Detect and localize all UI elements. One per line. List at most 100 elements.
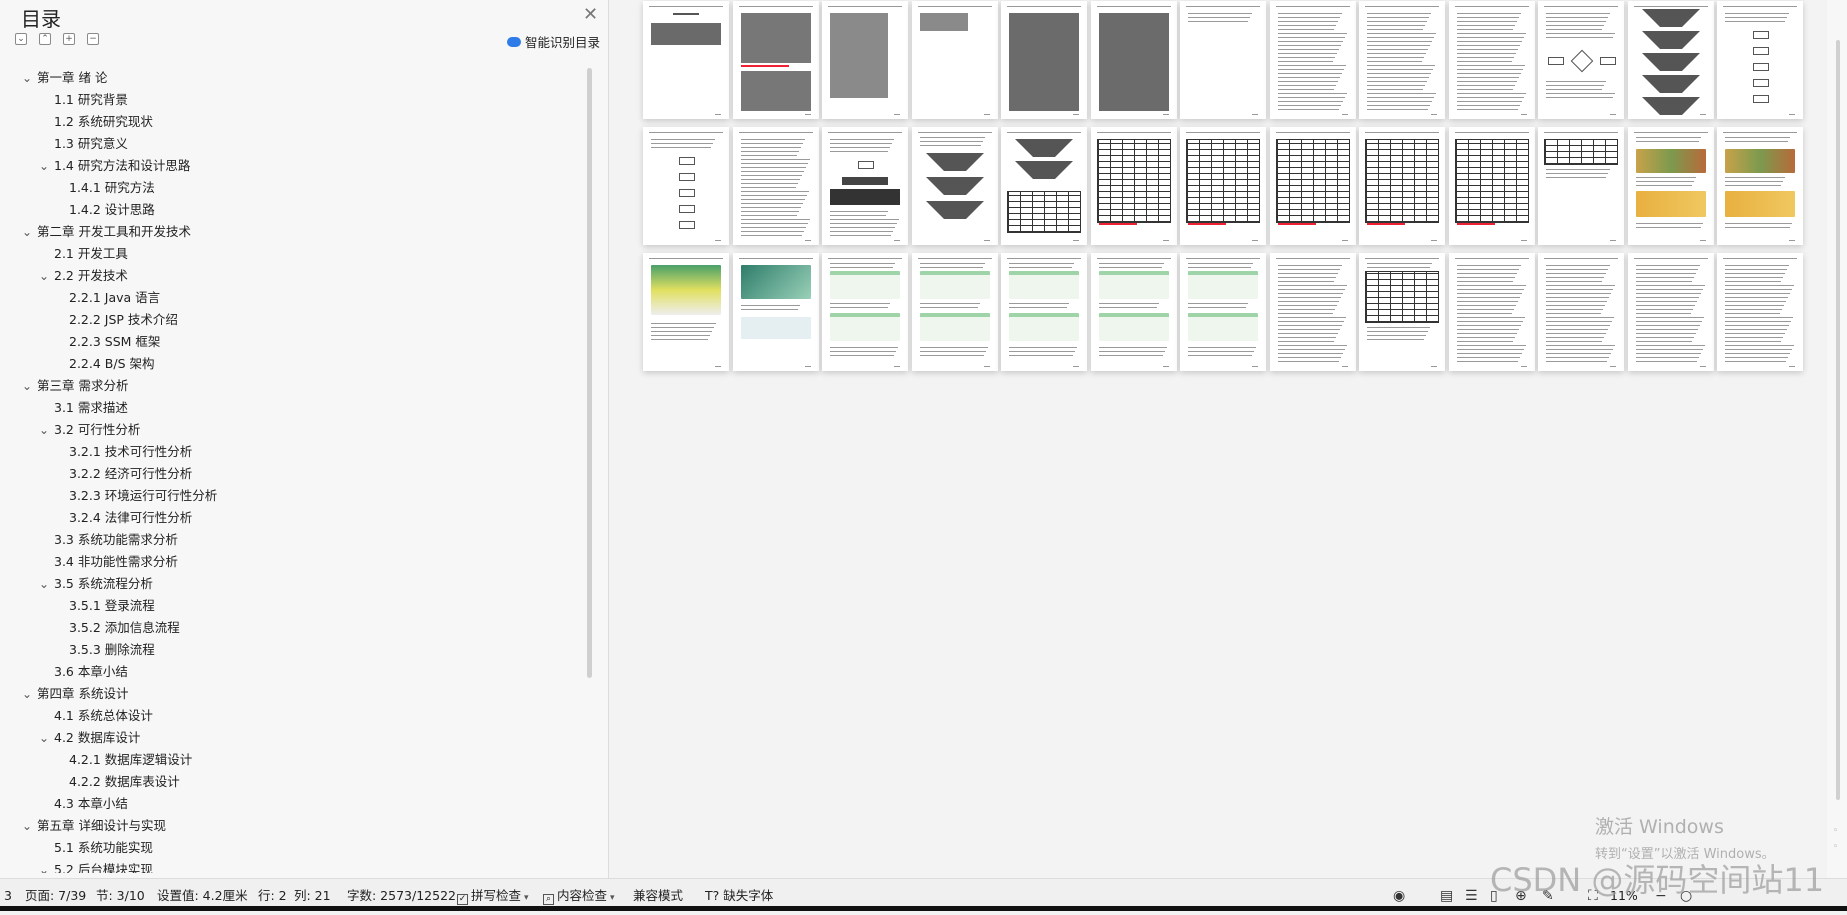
toc-item[interactable]: ⌄ 第二章 开发工具和开发技术 xyxy=(0,221,590,243)
page-thumbnail[interactable] xyxy=(1359,1,1445,119)
toc-item[interactable]: 2.2.1 Java 语言 xyxy=(0,287,590,309)
toc-item[interactable]: 3.6 本章小结 xyxy=(0,661,590,683)
page-thumbnail[interactable] xyxy=(1269,127,1356,245)
toc-item[interactable]: 4.2.2 数据库表设计 xyxy=(0,771,590,793)
outline-view-icon[interactable]: ☰ xyxy=(1465,888,1478,904)
toc-scrollbar[interactable] xyxy=(587,68,592,678)
toc-item[interactable]: 1.3 研究意义 xyxy=(0,133,590,155)
chevron-down-icon[interactable]: ⌄ xyxy=(22,375,32,397)
toc-item[interactable]: 3.5.1 登录流程 xyxy=(0,595,590,617)
vertical-scrollbar[interactable]: ◦ ◦ xyxy=(1827,0,1847,878)
page-thumbnail[interactable] xyxy=(732,253,819,371)
remove-heading-icon[interactable]: − xyxy=(87,33,99,45)
page-thumbnail[interactable] xyxy=(1001,127,1087,245)
toc-item[interactable]: 4.1 系统总体设计 xyxy=(0,705,590,727)
toc-item[interactable]: 3.3 系统功能需求分析 xyxy=(0,529,590,551)
toc-item[interactable]: 3.5.2 添加信息流程 xyxy=(0,617,590,639)
toc-item[interactable]: 3.1 需求描述 xyxy=(0,397,590,419)
toc-item[interactable]: 2.1 开发工具 xyxy=(0,243,590,265)
toc-item[interactable]: 3.2.2 经济可行性分析 xyxy=(0,463,590,485)
toc-item[interactable]: ⌄ 3.2 可行性分析 xyxy=(0,419,590,441)
page-thumbnail[interactable] xyxy=(1090,253,1177,371)
eye-protection-icon[interactable]: ◉ xyxy=(1393,888,1405,904)
next-page-icon[interactable]: ◦ xyxy=(1833,842,1838,852)
chevron-down-icon[interactable]: ⌄ xyxy=(39,573,49,595)
page-thumbnail[interactable] xyxy=(1717,253,1803,371)
toc-item[interactable]: ⌄ 2.2 开发技术 xyxy=(0,265,590,287)
chevron-down-icon[interactable]: ⌄ xyxy=(39,859,49,873)
chevron-down-icon[interactable]: ⌄ xyxy=(39,727,49,749)
page-thumbnail[interactable] xyxy=(643,1,729,119)
toc-item[interactable]: 3.2.1 技术可行性分析 xyxy=(0,441,590,463)
scrollbar-thumb[interactable] xyxy=(1836,40,1840,800)
page-thumbnail[interactable] xyxy=(1627,1,1714,119)
toc-item[interactable]: ⌄ 3.5 系统流程分析 xyxy=(0,573,590,595)
page-thumbnail[interactable] xyxy=(1180,1,1266,119)
chevron-down-icon[interactable]: ⌄ xyxy=(22,67,32,89)
toc-item[interactable]: ⌄ 5.2 后台模块实现 xyxy=(0,859,590,873)
page-thumbnail[interactable] xyxy=(1448,1,1535,119)
page-thumbnail[interactable] xyxy=(643,253,729,371)
page-thumbnail[interactable] xyxy=(911,127,998,245)
chevron-down-icon[interactable]: ⌄ xyxy=(22,815,32,837)
toc-item[interactable]: 1.2 系统研究现状 xyxy=(0,111,590,133)
toc-item[interactable]: 3.4 非功能性需求分析 xyxy=(0,551,590,573)
toc-item[interactable]: ⌄ 4.2 数据库设计 xyxy=(0,727,590,749)
add-heading-icon[interactable]: + xyxy=(63,33,75,45)
page-thumbnail[interactable] xyxy=(1717,1,1803,119)
page-thumbnail[interactable] xyxy=(1538,253,1624,371)
page-thumbnail[interactable] xyxy=(1538,1,1624,119)
page-thumbnail[interactable] xyxy=(1180,253,1266,371)
toc-item[interactable]: 2.2.3 SSM 框架 xyxy=(0,331,590,353)
page-thumbnail[interactable] xyxy=(732,1,819,119)
chevron-down-icon[interactable]: ⌄ xyxy=(39,265,49,287)
toc-item[interactable]: 3.2.4 法律可行性分析 xyxy=(0,507,590,529)
page-thumbnail[interactable] xyxy=(1359,253,1445,371)
toc-item[interactable]: ⌄ 1.4 研究方法和设计思路 xyxy=(0,155,590,177)
page-thumbnail[interactable] xyxy=(1090,127,1177,245)
toc-item[interactable]: 2.2.4 B/S 架构 xyxy=(0,353,590,375)
chevron-down-icon[interactable]: ⌄ xyxy=(39,419,49,441)
page-thumbnail[interactable] xyxy=(732,127,819,245)
toc-item[interactable]: 3.5.3 删除流程 xyxy=(0,639,590,661)
chevron-down-icon[interactable]: ⌄ xyxy=(22,683,32,705)
chevron-down-icon[interactable]: ⌄ xyxy=(39,155,49,177)
page-thumbnail[interactable] xyxy=(1001,1,1087,119)
page-thumbnail[interactable] xyxy=(1538,127,1624,245)
page-thumbnail[interactable] xyxy=(911,1,998,119)
page-thumbnail[interactable] xyxy=(1448,127,1535,245)
toc-item[interactable]: 2.2.2 JSP 技术介绍 xyxy=(0,309,590,331)
toc-item[interactable]: ⌄ 第三章 需求分析 xyxy=(0,375,590,397)
toc-item[interactable]: 4.3 本章小结 xyxy=(0,793,590,815)
page-thumbnail[interactable] xyxy=(1627,253,1714,371)
page-view-icon[interactable]: ▤ xyxy=(1440,888,1453,904)
page-thumbnail[interactable] xyxy=(822,127,908,245)
toc-item[interactable]: ⌄ 第一章 绪 论 xyxy=(0,67,590,89)
toc-item[interactable]: ⌄ 第五章 详细设计与实现 xyxy=(0,815,590,837)
toc-item[interactable]: 1.4.1 研究方法 xyxy=(0,177,590,199)
page-thumbnail[interactable] xyxy=(822,253,908,371)
toc-item[interactable]: 1.4.2 设计思路 xyxy=(0,199,590,221)
chevron-down-icon[interactable]: ⌄ xyxy=(22,221,32,243)
toc-item[interactable]: 5.1 系统功能实现 xyxy=(0,837,590,859)
toc-item[interactable]: ⌄ 第四章 系统设计 xyxy=(0,683,590,705)
ai-toc-button[interactable]: 智能识别目录 xyxy=(506,32,600,51)
page-thumbnail[interactable] xyxy=(1269,1,1356,119)
collapse-all-icon[interactable]: ⌃ xyxy=(39,33,51,45)
page-thumbnail[interactable] xyxy=(1269,253,1356,371)
page-thumbnail[interactable] xyxy=(1359,127,1445,245)
toc-item[interactable]: 1.1 研究背景 xyxy=(0,89,590,111)
prev-page-icon[interactable]: ◦ xyxy=(1833,826,1838,836)
expand-all-icon[interactable]: ⌄ xyxy=(15,33,27,45)
page-thumbnail[interactable] xyxy=(1001,253,1087,371)
toc-item[interactable]: 3.2.3 环境运行可行性分析 xyxy=(0,485,590,507)
toc-item[interactable]: 4.2.1 数据库逻辑设计 xyxy=(0,749,590,771)
page-thumbnail[interactable] xyxy=(1180,127,1266,245)
page-thumbnail[interactable] xyxy=(1627,127,1714,245)
close-icon[interactable]: ✕ xyxy=(583,4,598,25)
page-thumbnail[interactable] xyxy=(643,127,729,245)
page-thumbnail[interactable] xyxy=(1717,127,1803,245)
page-thumbnail[interactable] xyxy=(1090,1,1177,119)
page-thumbnail[interactable] xyxy=(1448,253,1535,371)
page-thumbnail[interactable] xyxy=(911,253,998,371)
